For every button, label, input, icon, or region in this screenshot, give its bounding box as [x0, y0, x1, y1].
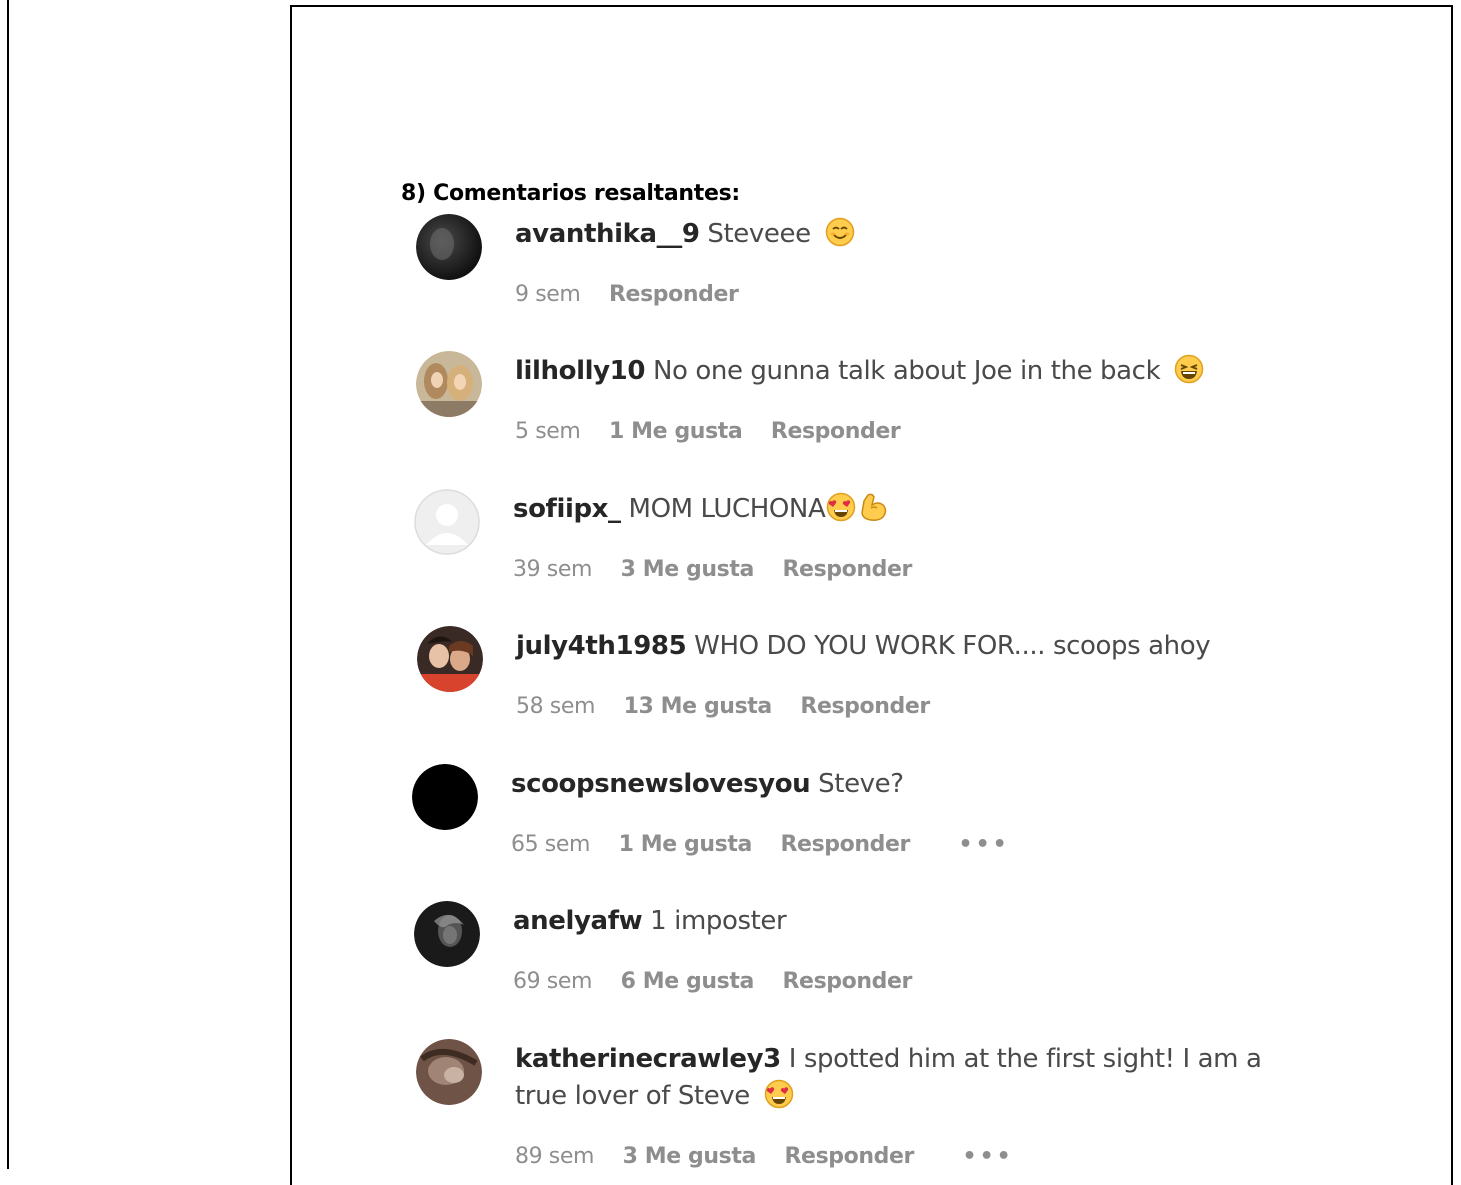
username-link[interactable]: avanthika__9: [515, 219, 700, 249]
comment-item: avanthika__9 Steveee 9 sem Responder: [416, 214, 1316, 334]
comment-body: Steve?: [818, 769, 904, 799]
likes-count[interactable]: 3 Me gusta: [621, 557, 755, 582]
comment-item: july4th1985 WHO DO YOU WORK FOR.... scoo…: [417, 626, 1317, 746]
comment-time[interactable]: 89 sem: [515, 1144, 594, 1169]
avatar[interactable]: [416, 351, 482, 417]
comment-text: lilholly10 No one gunna talk about Joe i…: [515, 353, 1295, 390]
laughing-face-icon: [1174, 354, 1204, 384]
comment-meta: 89 sem 3 Me gusta Responder •••: [515, 1144, 1036, 1169]
reply-button[interactable]: Responder: [800, 694, 930, 719]
username-link[interactable]: sofiipx_: [513, 494, 621, 524]
reply-button[interactable]: Responder: [785, 1144, 915, 1169]
username-link[interactable]: july4th1985: [516, 631, 687, 661]
more-options-button[interactable]: •••: [963, 1144, 1014, 1169]
table-border-left: [7, 0, 9, 1169]
likes-count[interactable]: 1 Me gusta: [609, 419, 743, 444]
comment-body: No one gunna talk about Joe in the back: [652, 356, 1161, 386]
avatar[interactable]: [414, 489, 480, 555]
avatar[interactable]: [416, 1039, 482, 1105]
comment-text: scoopsnewslovesyou Steve?: [511, 766, 1291, 803]
section-heading: 8) Comentarios resaltantes:: [401, 181, 740, 206]
username-link[interactable]: anelyafw: [513, 906, 643, 936]
comment-body: 1 imposter: [650, 906, 787, 936]
more-options-button[interactable]: •••: [959, 832, 1010, 857]
comment-time[interactable]: 69 sem: [513, 969, 592, 994]
reply-button[interactable]: Responder: [783, 557, 913, 582]
heart-eyes-icon: [827, 492, 856, 522]
comment-time[interactable]: 39 sem: [513, 557, 592, 582]
avatar[interactable]: [417, 626, 483, 692]
comment-text: july4th1985 WHO DO YOU WORK FOR.... scoo…: [516, 628, 1296, 665]
username-link[interactable]: scoopsnewslovesyou: [511, 769, 811, 799]
comment-item: anelyafw 1 imposter 69 sem 6 Me gusta Re…: [414, 901, 1314, 1021]
comment-text: katherinecrawley3 I spotted him at the f…: [515, 1041, 1295, 1115]
avatar[interactable]: [416, 214, 482, 280]
comment-item: sofiipx_ MOM LUCHONA 39 sem 3 Me gusta R…: [414, 489, 1314, 609]
reply-button[interactable]: Responder: [609, 282, 739, 307]
likes-count[interactable]: 6 Me gusta: [621, 969, 755, 994]
reply-button[interactable]: Responder: [781, 832, 911, 857]
comment-item: scoopsnewslovesyou Steve? 65 sem 1 Me gu…: [412, 764, 1312, 884]
reply-button[interactable]: Responder: [771, 419, 901, 444]
likes-count[interactable]: 1 Me gusta: [619, 832, 753, 857]
comment-meta: 9 sem Responder: [515, 282, 760, 307]
username-link[interactable]: katherinecrawley3: [515, 1044, 781, 1074]
comment-time[interactable]: 58 sem: [516, 694, 595, 719]
comment-meta: 39 sem 3 Me gusta Responder: [513, 557, 934, 582]
comment-meta: 69 sem 6 Me gusta Responder: [513, 969, 934, 994]
comment-text: anelyafw 1 imposter: [513, 903, 1293, 940]
heart-eyes-icon: [764, 1079, 794, 1109]
avatar[interactable]: [414, 901, 480, 967]
comment-body: WHO DO YOU WORK FOR.... scoops ahoy: [694, 631, 1211, 661]
comment-item: lilholly10 No one gunna talk about Joe i…: [416, 351, 1316, 471]
comment-time[interactable]: 5 sem: [515, 419, 581, 444]
smiling-face-icon: [825, 217, 854, 247]
comment-meta: 58 sem 13 Me gusta Responder: [516, 694, 952, 719]
comment-body: MOM LUCHONA: [628, 494, 826, 524]
comment-meta: 65 sem 1 Me gusta Responder •••: [511, 832, 1032, 857]
flexed-biceps-icon: [861, 493, 887, 521]
comment-item: katherinecrawley3 I spotted him at the f…: [416, 1039, 1316, 1179]
comment-time[interactable]: 9 sem: [515, 282, 581, 307]
likes-count[interactable]: 13 Me gusta: [624, 694, 773, 719]
comment-text: avanthika__9 Steveee: [515, 216, 1295, 253]
comment-body: Steveee: [707, 219, 811, 249]
avatar[interactable]: [412, 764, 478, 830]
comment-meta: 5 sem 1 Me gusta Responder: [515, 419, 922, 444]
likes-count[interactable]: 3 Me gusta: [623, 1144, 757, 1169]
comment-text: sofiipx_ MOM LUCHONA: [513, 491, 1293, 528]
reply-button[interactable]: Responder: [783, 969, 913, 994]
comment-time[interactable]: 65 sem: [511, 832, 590, 857]
username-link[interactable]: lilholly10: [515, 356, 645, 386]
